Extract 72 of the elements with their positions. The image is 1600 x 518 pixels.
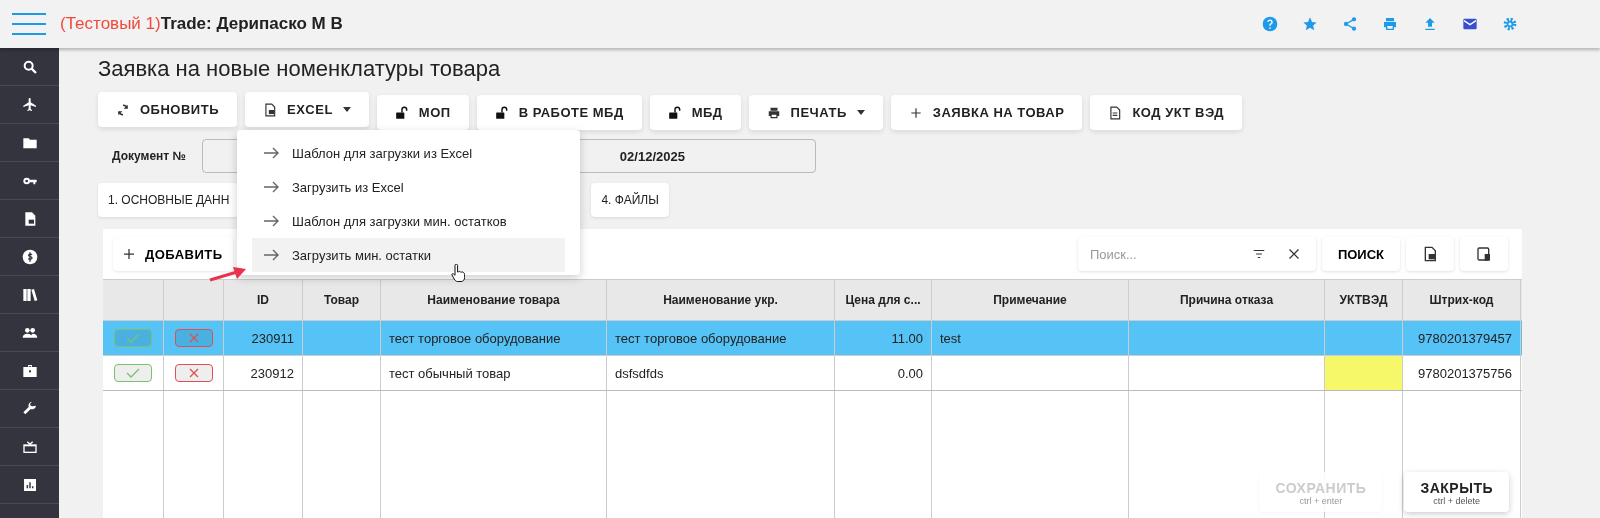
close-button[interactable]: ЗАКРЫТЬ ctrl + delete — [1404, 472, 1509, 512]
window-icon — [1476, 246, 1492, 262]
menu-item[interactable]: Шаблон для загрузки мин. остатков — [252, 204, 565, 238]
test-mode-label: (Тестовый 1) — [60, 14, 161, 34]
plus-icon — [908, 105, 923, 120]
search-button[interactable]: ПОИСК — [1321, 237, 1400, 271]
table-row[interactable]: 230912 тест обычный товар dsfsdfds 0.00 9780201375756 — [103, 355, 1522, 391]
table-cell: 230912 — [224, 356, 303, 390]
tab[interactable]: 4. ФАЙЛЫ — [591, 183, 669, 217]
share-icon[interactable] — [1342, 16, 1358, 32]
search-icon[interactable] — [21, 58, 38, 75]
briefcase-icon[interactable] — [21, 362, 38, 379]
menu-item[interactable]: Загрузить мин. остатки — [252, 238, 565, 272]
unlocked-padlock-icon — [494, 105, 509, 120]
document-icon — [1108, 105, 1123, 120]
annotation-arrow — [209, 266, 247, 282]
search-field[interactable]: Поиск... — [1087, 245, 1230, 263]
arrow-right-icon — [264, 215, 280, 227]
unlocked-padlock-icon — [394, 105, 409, 120]
table-cell: 0.00 — [835, 356, 932, 390]
toolbar-button[interactable]: МОП — [376, 95, 469, 130]
toolbar-button[interactable]: ЗАЯВКА НА ТОВАР — [890, 95, 1083, 130]
spreadsheet-file-icon — [1422, 246, 1438, 262]
checkmark-icon — [126, 368, 140, 378]
add-button[interactable]: ДОБАВИТЬ — [113, 237, 233, 271]
unlocked-padlock-icon — [667, 105, 682, 120]
chart-icon[interactable] — [21, 476, 38, 493]
books-icon[interactable] — [21, 286, 38, 303]
upload-icon[interactable] — [1422, 16, 1438, 32]
checkmark-icon — [126, 333, 140, 343]
help-icon[interactable] — [1262, 16, 1278, 32]
close-icon[interactable] — [1287, 248, 1300, 260]
print-icon[interactable] — [1382, 16, 1398, 32]
tab[interactable]: 1. ОСНОВНЫЕ ДАНН — [98, 183, 240, 217]
arrow-right-icon — [264, 249, 280, 261]
filter-icon[interactable] — [1251, 247, 1266, 261]
table-cell: dsfsdfds — [607, 356, 835, 390]
toolbar-button[interactable]: ПЕЧАТЬ — [748, 95, 883, 130]
toolbar-button[interactable]: ОБНОВИТЬ — [98, 92, 237, 127]
document-number-label: Документ № — [112, 149, 186, 163]
dollar-icon[interactable] — [21, 248, 38, 265]
print-icon — [766, 105, 781, 120]
arrow-right-icon — [264, 147, 280, 159]
table-cell: 9780201375756 — [1403, 356, 1521, 390]
arrow-right-icon — [264, 181, 280, 193]
table-cell: 11.00 — [835, 321, 932, 355]
menu-icon[interactable] — [12, 12, 46, 36]
plane-icon[interactable] — [21, 96, 38, 113]
table-cell: 9780201379457 — [1403, 321, 1521, 355]
toolbar-button[interactable]: EXCEL — [245, 92, 369, 127]
toolbar-button[interactable]: КОД УКТ ВЭД — [1090, 95, 1243, 130]
plus-icon — [123, 248, 135, 260]
spreadsheet-file-icon — [263, 102, 277, 117]
export-button[interactable] — [1406, 237, 1454, 271]
page-title: Заявка на новые номенклатуры товара — [98, 56, 502, 82]
wrench-icon[interactable] — [21, 400, 38, 417]
cross-icon — [188, 333, 199, 343]
reject-button[interactable] — [174, 364, 213, 382]
table-cell: test — [932, 321, 1129, 355]
menu-item[interactable]: Шаблон для загрузки из Excel — [252, 136, 565, 170]
toolbar-button[interactable]: МБД — [649, 95, 741, 130]
table-cell: тест торговое оборудование — [607, 321, 835, 355]
table-cell: 230911 — [224, 321, 303, 355]
cross-icon — [188, 368, 199, 378]
app-title: Trade: Дерипаско М В — [160, 14, 343, 34]
columns-button[interactable] — [1460, 237, 1508, 271]
star-icon[interactable] — [1302, 16, 1318, 32]
mail-icon[interactable] — [1462, 16, 1478, 32]
table-cell: тест торговое оборудование — [381, 321, 607, 355]
table-cell: тест обычный товар — [381, 356, 607, 390]
toolbar-button[interactable]: В РАБОТЕ МБД — [476, 95, 642, 130]
menu-item[interactable]: Загрузить из Excel — [252, 170, 565, 204]
